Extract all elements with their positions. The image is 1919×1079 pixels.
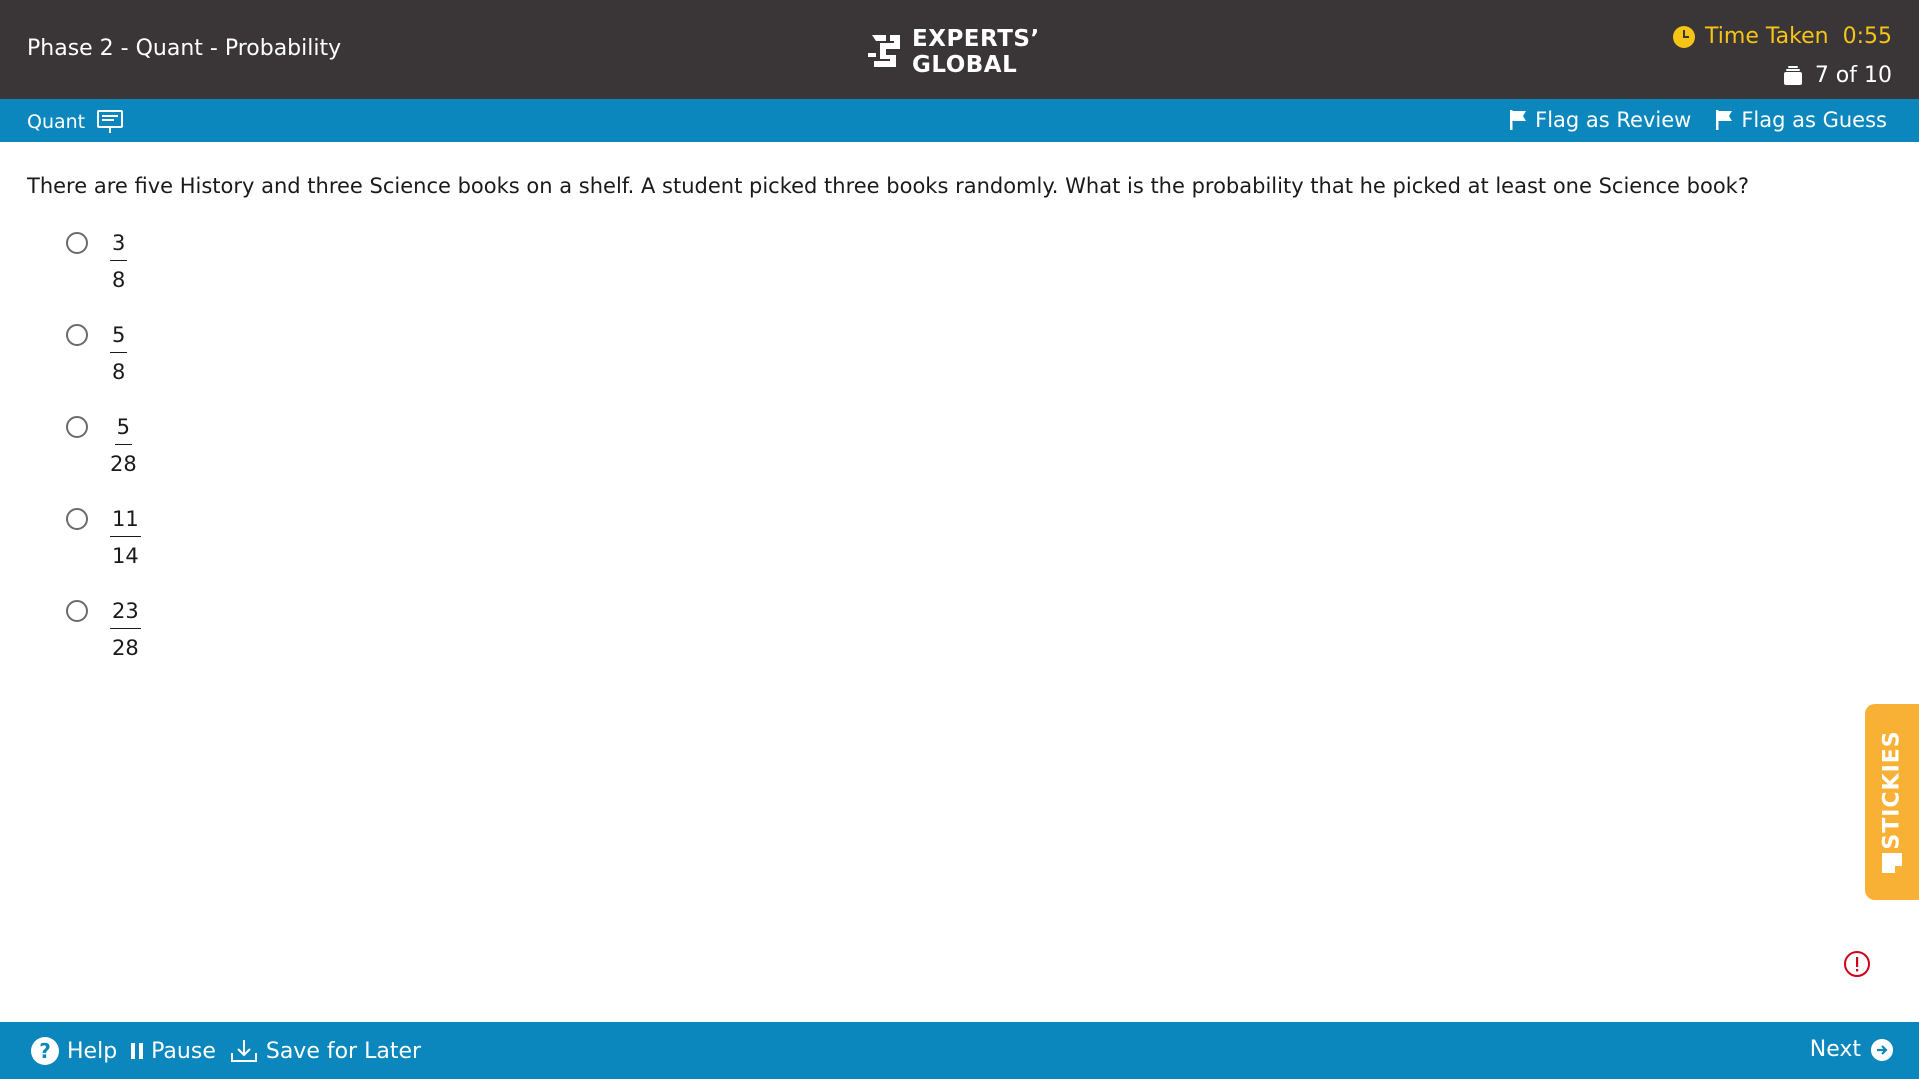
help-button[interactable]: ? Help xyxy=(31,1037,117,1065)
flag-review-label: Flag as Review xyxy=(1535,108,1692,132)
section-bar: Quant Flag as Review Flag as Guess xyxy=(0,99,1919,142)
logo-text: EXPERTS’ GLOBAL xyxy=(912,26,1040,78)
numerator: 3 xyxy=(110,226,128,261)
sticky-note-icon xyxy=(1882,853,1902,873)
fraction: 11 14 xyxy=(110,502,141,569)
save-for-later-button[interactable]: Save for Later xyxy=(230,1038,421,1064)
denominator: 28 xyxy=(110,452,137,476)
pause-label: Pause xyxy=(151,1038,216,1064)
flag-icon xyxy=(1510,110,1527,130)
numerator: 5 xyxy=(110,318,128,353)
answer-option[interactable]: 11 14 xyxy=(66,502,141,594)
denominator: 8 xyxy=(112,360,126,384)
help-icon: ? xyxy=(31,1037,59,1065)
question-progress: 7 of 10 xyxy=(1783,63,1892,88)
logo-mark-icon xyxy=(868,35,900,67)
download-icon xyxy=(230,1040,257,1062)
numerator: 5 xyxy=(114,410,133,445)
section-label: Quant xyxy=(27,110,124,134)
denominator: 28 xyxy=(112,636,139,660)
flag-as-guess-button[interactable]: Flag as Guess xyxy=(1715,108,1887,132)
question-text: There are five History and three Science… xyxy=(27,174,1749,198)
flag-guess-label: Flag as Guess xyxy=(1741,108,1887,132)
fraction: 23 28 xyxy=(110,594,141,661)
stickies-label: STICKIES xyxy=(1879,730,1905,850)
experts-global-logo: EXPERTS’ GLOBAL xyxy=(866,26,1040,78)
flag-actions: Flag as Review Flag as Guess xyxy=(1509,108,1887,132)
logo-line-1: EXPERTS’ xyxy=(912,26,1040,52)
bottom-toolbar: ? Help Pause Save for Later Next xyxy=(0,1022,1919,1079)
report-issue-icon[interactable] xyxy=(1843,950,1871,978)
answer-option[interactable]: 23 28 xyxy=(66,594,141,686)
radio-button[interactable] xyxy=(66,416,88,438)
answer-option[interactable]: 3 8 xyxy=(66,226,141,318)
stack-icon xyxy=(1783,65,1802,85)
top-header: Phase 2 - Quant - Probability EXPERTS’ G… xyxy=(0,0,1919,99)
next-label: Next xyxy=(1809,1037,1861,1062)
logo-line-2: GLOBAL xyxy=(912,52,1018,78)
timer-value: 0:55 xyxy=(1842,24,1892,49)
footer-actions: ? Help Pause Save for Later xyxy=(31,1037,421,1065)
radio-button[interactable] xyxy=(66,232,88,254)
denominator: 14 xyxy=(112,544,139,568)
fraction: 3 8 xyxy=(110,226,128,293)
pause-button[interactable]: Pause xyxy=(131,1039,216,1064)
clock-icon xyxy=(1673,25,1696,48)
next-button[interactable]: Next xyxy=(1810,1037,1893,1062)
test-title: Phase 2 - Quant - Probability xyxy=(27,36,342,61)
timer-label: Time Taken xyxy=(1705,24,1829,49)
numerator: 23 xyxy=(110,594,141,629)
denominator: 8 xyxy=(112,268,126,292)
stickies-tab[interactable]: STICKIES xyxy=(1865,704,1919,900)
flag-icon xyxy=(1716,110,1733,130)
fraction: 5 28 xyxy=(110,410,137,477)
numerator: 11 xyxy=(110,502,141,537)
flag-as-review-button[interactable]: Flag as Review xyxy=(1509,108,1691,132)
answer-options: 3 8 5 8 5 28 11 14 23 28 xyxy=(66,226,141,686)
answer-option[interactable]: 5 28 xyxy=(66,410,141,502)
arrow-right-circle-icon xyxy=(1871,1038,1893,1061)
whiteboard-icon[interactable] xyxy=(97,110,124,134)
time-taken: Time Taken 0:55 xyxy=(1673,24,1892,49)
radio-button[interactable] xyxy=(66,324,88,346)
progress-text: 7 of 10 xyxy=(1814,63,1892,88)
radio-button[interactable] xyxy=(66,508,88,530)
radio-button[interactable] xyxy=(66,600,88,622)
answer-option[interactable]: 5 8 xyxy=(66,318,141,410)
help-label: Help xyxy=(67,1038,118,1064)
fraction: 5 8 xyxy=(110,318,128,385)
section-name: Quant xyxy=(27,111,86,133)
save-label: Save for Later xyxy=(265,1038,422,1064)
pause-icon xyxy=(131,1043,144,1059)
